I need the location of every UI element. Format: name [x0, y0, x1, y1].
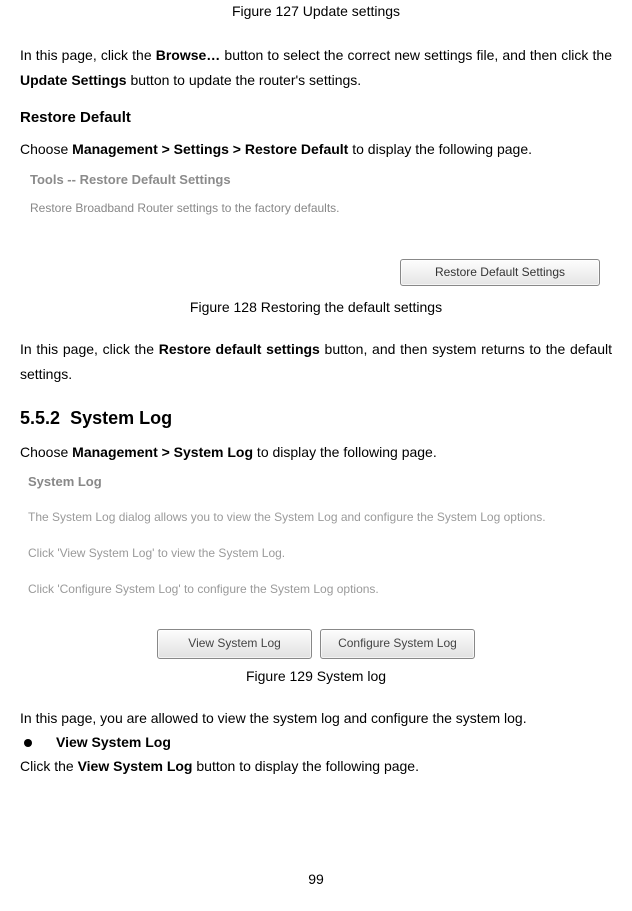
restore-default-ui: Tools -- Restore Default Settings Restor…	[20, 169, 612, 286]
breadcrumb: Management > Settings > Restore Default	[72, 141, 348, 157]
section-number: 5.5.2	[20, 408, 60, 428]
restore-default-heading: Restore Default	[20, 106, 612, 131]
text: button to display the following page.	[192, 758, 419, 774]
system-log-hint-configure: Click 'Configure System Log' to configur…	[20, 580, 612, 600]
syslog-nav-paragraph: Choose Management > System Log to displa…	[20, 440, 612, 465]
paragraph-click-view-syslog: Click the View System Log button to disp…	[20, 754, 612, 779]
text: Choose	[20, 444, 72, 460]
system-log-description: The System Log dialog allows you to view…	[20, 508, 612, 528]
text: button to select the correct new setting…	[220, 47, 612, 63]
paragraph-restore-click: In this page, click the Restore default …	[20, 337, 612, 386]
system-log-heading: 5.5.2 System Log	[20, 404, 612, 434]
text: In this page, click the	[20, 47, 156, 63]
update-settings-label: Update Settings	[20, 72, 127, 88]
system-log-ui: System Log The System Log dialog allows …	[20, 471, 612, 660]
view-system-log-label: View System Log	[78, 758, 193, 774]
bullet-label: View System Log	[56, 734, 171, 750]
breadcrumb: Management > System Log	[72, 444, 253, 460]
text: Click the	[20, 758, 78, 774]
browse-label: Browse…	[156, 47, 221, 63]
tools-title: Tools -- Restore Default Settings	[20, 169, 612, 190]
section-title: System Log	[70, 408, 172, 428]
restore-nav-paragraph: Choose Management > Settings > Restore D…	[20, 137, 612, 162]
text: button to update the router's settings.	[127, 72, 362, 88]
text: to display the following page.	[348, 141, 532, 157]
page-number: 99	[0, 868, 632, 891]
text: Choose	[20, 141, 72, 157]
button-row: View System Log Configure System Log	[20, 629, 612, 659]
configure-system-log-button[interactable]: Configure System Log	[320, 629, 475, 659]
figure-caption-128: Figure 128 Restoring the default setting…	[20, 296, 612, 319]
paragraph-update-settings: In this page, click the Browse… button t…	[20, 43, 612, 92]
system-log-title: System Log	[20, 471, 612, 492]
restore-default-settings-button[interactable]: Restore Default Settings	[400, 259, 600, 287]
system-log-hint-view: Click 'View System Log' to view the Syst…	[20, 544, 612, 564]
paragraph-syslog-summary: In this page, you are allowed to view th…	[20, 706, 612, 731]
figure-caption-129: Figure 129 System log	[20, 665, 612, 688]
text: to display the following page.	[253, 444, 437, 460]
bullet-view-system-log: View System Log	[20, 731, 612, 754]
tools-description: Restore Broadband Router settings to the…	[20, 199, 612, 219]
figure-caption-127: Figure 127 Update settings	[20, 0, 612, 23]
restore-default-settings-label: Restore default settings	[159, 341, 320, 357]
button-row: Restore Default Settings	[20, 259, 612, 287]
text: In this page, click the	[20, 341, 159, 357]
view-system-log-button[interactable]: View System Log	[157, 629, 312, 659]
bullet-icon	[24, 739, 32, 747]
